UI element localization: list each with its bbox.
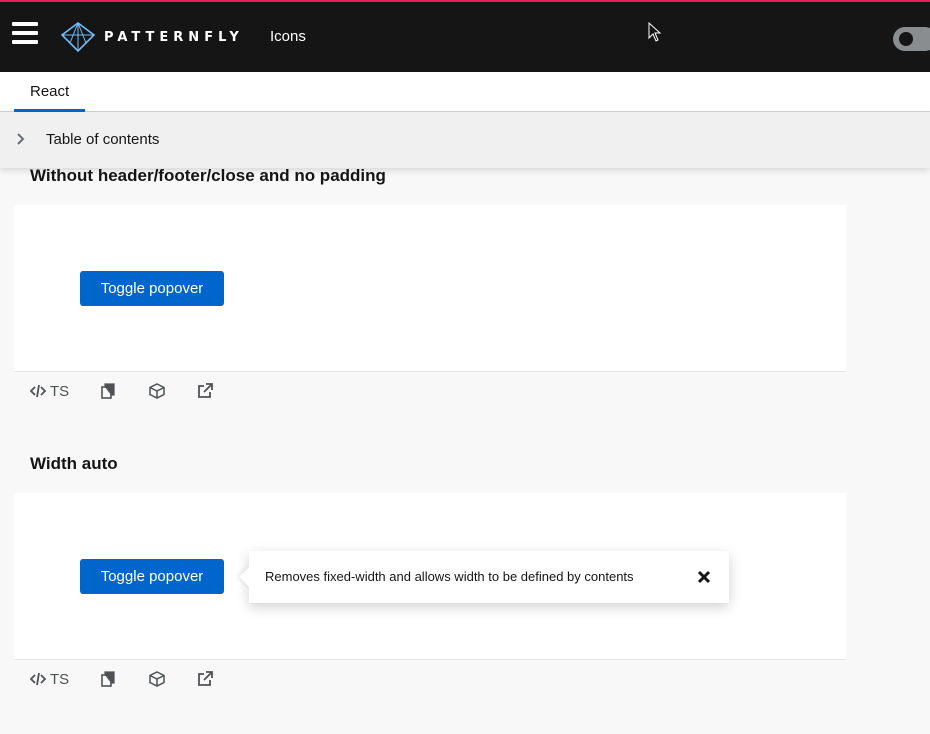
theme-toggle[interactable] — [893, 27, 930, 51]
mouse-cursor-icon — [648, 22, 662, 42]
toggle-ts-code-button[interactable]: TS — [30, 671, 69, 688]
table-of-contents-toggle[interactable]: Table of contents — [0, 112, 930, 168]
ts-label: TS — [50, 670, 70, 688]
example-preview: Toggle popover — [14, 205, 846, 372]
hamburger-icon[interactable] — [12, 22, 38, 48]
toggle-ts-code-button[interactable]: TS — [30, 383, 69, 400]
copy-icon — [101, 383, 115, 399]
codesandbox-button[interactable] — [149, 671, 165, 687]
table-of-contents-label: Table of contents — [46, 131, 160, 148]
patternfly-logo[interactable]: PATTERNFLY — [60, 20, 244, 54]
external-link-icon — [198, 671, 214, 686]
copy-code-button[interactable] — [101, 383, 115, 399]
section-title: Width auto — [30, 454, 118, 473]
ts-label: TS — [50, 382, 70, 400]
tab-bar: React — [0, 72, 930, 112]
popover-body: Removes fixed-width and allows width to … — [265, 569, 634, 584]
toggle-knob — [899, 32, 913, 46]
popover: Removes fixed-width and allows width to … — [239, 551, 729, 603]
tab-react[interactable]: React — [14, 72, 86, 112]
copy-code-button[interactable] — [101, 671, 115, 687]
code-toolbar: TS — [30, 667, 214, 691]
codesandbox-icon — [149, 383, 165, 399]
open-new-window-button[interactable] — [197, 671, 214, 687]
toggle-popover-button[interactable]: Toggle popover — [80, 271, 224, 306]
open-new-window-button[interactable] — [197, 383, 214, 399]
code-icon — [30, 672, 46, 686]
patternfly-logo-icon — [60, 22, 96, 53]
external-link-icon — [198, 383, 214, 398]
toggle-popover-button[interactable]: Toggle popover — [80, 559, 224, 594]
chevron-right-icon — [17, 133, 25, 145]
code-icon — [30, 384, 46, 398]
codesandbox-icon — [149, 671, 165, 687]
nav-link-icons[interactable]: Icons — [270, 28, 306, 45]
brand-name: PATTERNFLY — [104, 29, 244, 45]
section-title: Without header/footer/close and no paddi… — [30, 166, 386, 185]
masthead: PATTERNFLY Icons — [0, 0, 930, 72]
copy-icon — [101, 671, 115, 687]
close-icon[interactable] — [697, 570, 711, 584]
codesandbox-button[interactable] — [149, 383, 165, 399]
code-toolbar: TS — [30, 379, 214, 403]
